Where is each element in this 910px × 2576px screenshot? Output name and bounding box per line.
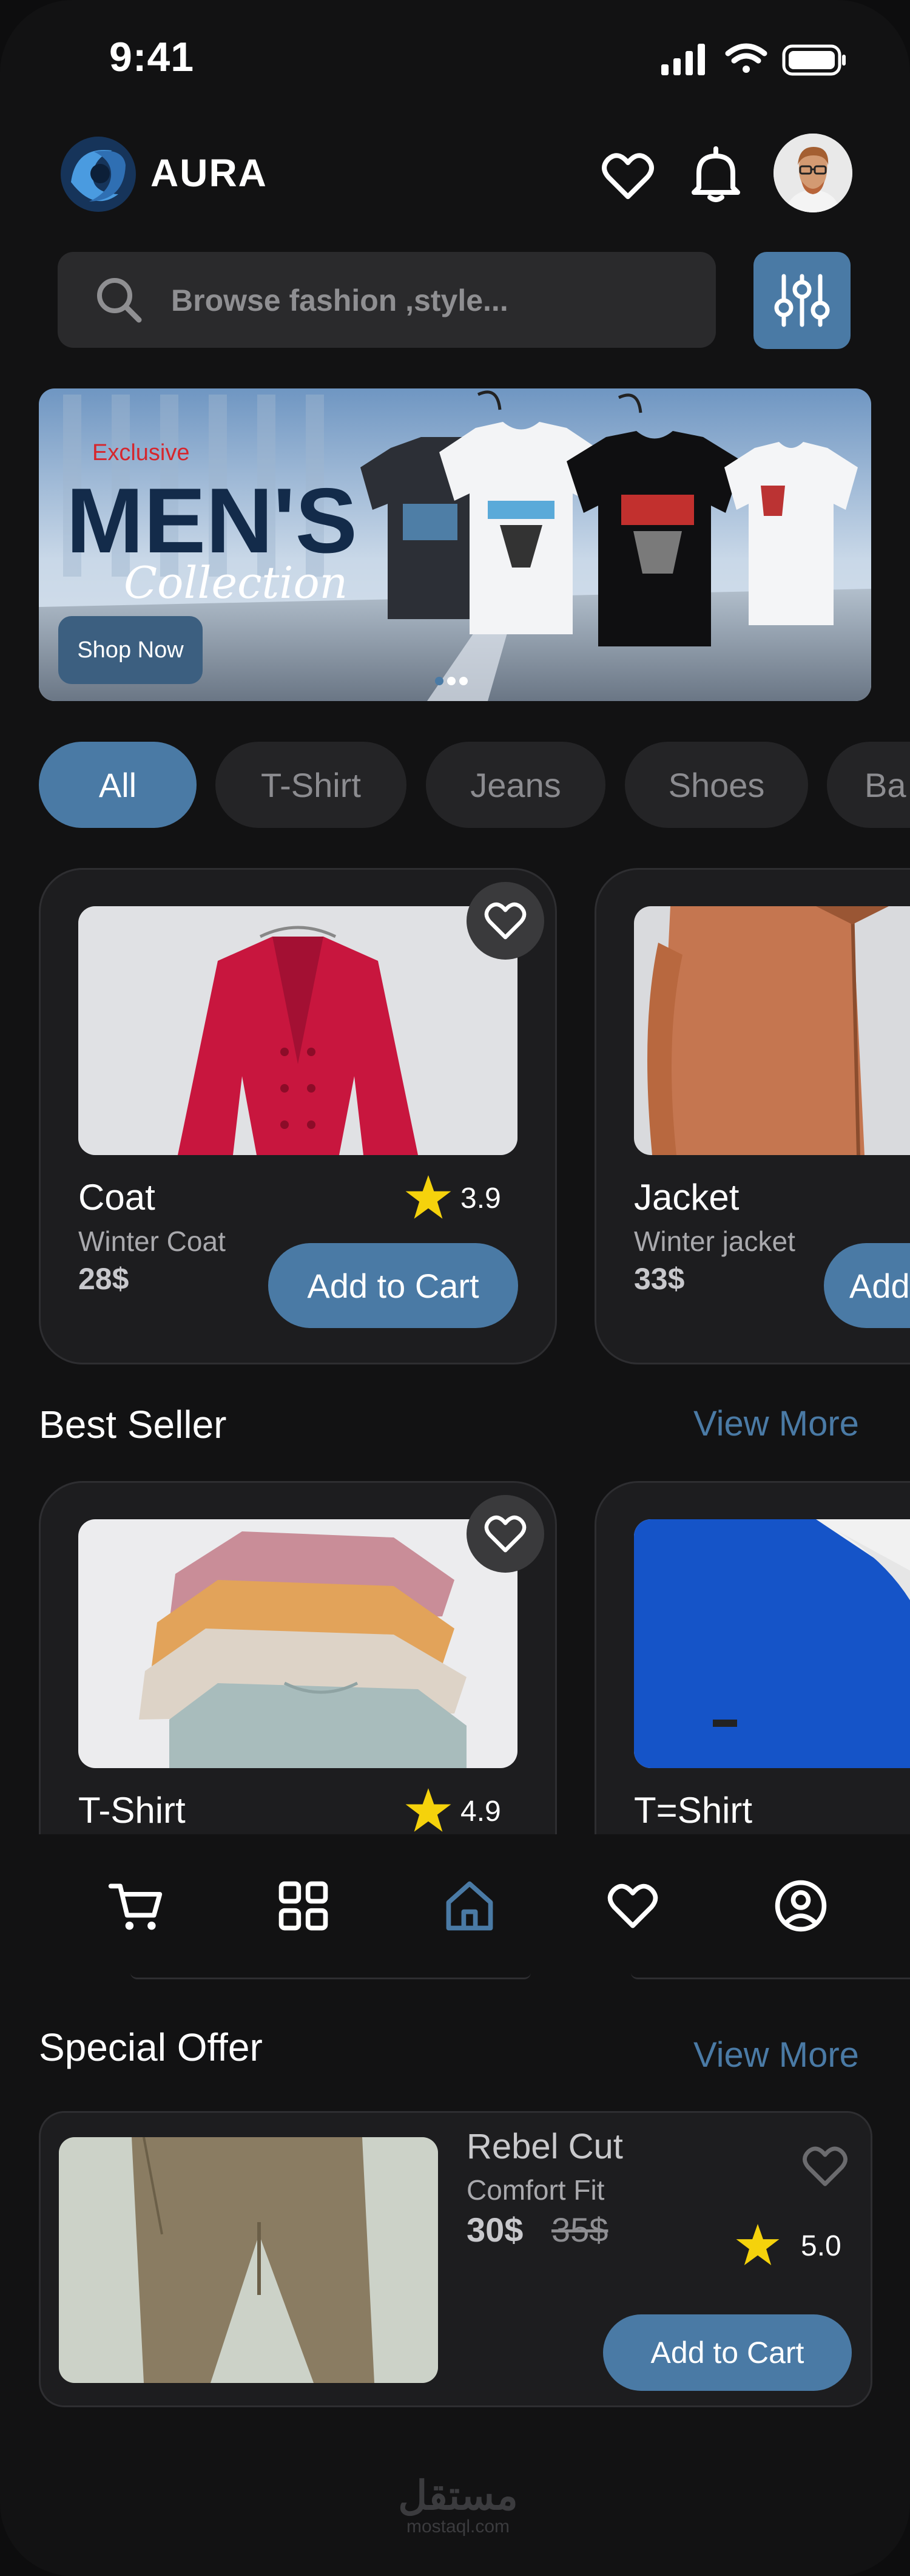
product-subtitle: Winter jacket: [634, 1225, 795, 1257]
filter-button[interactable]: [753, 252, 851, 349]
banner-kicker: Exclusive: [92, 440, 190, 466]
heart-icon: [484, 902, 527, 940]
watermark-arabic: مستقل: [398, 2473, 518, 2518]
signal-icon: [661, 44, 705, 75]
cart-icon[interactable]: [106, 1877, 164, 1935]
grid-icon[interactable]: [274, 1877, 332, 1935]
wishlist-button[interactable]: [467, 1495, 544, 1573]
app-screen: 9:41 AURA Browse fashion ,style... Exclu…: [0, 0, 910, 2576]
aura-logo: [61, 137, 136, 212]
jacket-image: [634, 906, 910, 1155]
product-price: 28$: [78, 1262, 129, 1296]
star-icon: [736, 2223, 780, 2266]
product-rating: 4.9: [460, 1795, 501, 1828]
offer-name: Rebel Cut: [467, 2127, 623, 2166]
special-offer-view-more[interactable]: View More: [693, 2035, 859, 2075]
search-input[interactable]: [170, 252, 694, 349]
product-image-blue-shirt: [634, 1519, 910, 1768]
offer-old-price: 35$: [551, 2211, 608, 2249]
best-seller-title: Best Seller: [39, 1403, 227, 1446]
brand-name: AURA: [150, 151, 268, 195]
shop-now-button[interactable]: Shop Now: [58, 616, 203, 684]
home-icon[interactable]: [440, 1877, 499, 1935]
product-subtitle: Winter Coat: [78, 1225, 226, 1257]
category-chip-all[interactable]: All: [39, 742, 197, 828]
tshirts-image: [78, 1519, 517, 1768]
product-price: 33$: [634, 1262, 685, 1296]
heart-icon[interactable]: [604, 1877, 662, 1935]
offer-add-to-cart-button[interactable]: Add to Cart: [603, 2314, 852, 2391]
sliders-icon: [774, 274, 830, 327]
battery-icon: [782, 44, 846, 76]
blue-shirt-image: [634, 1519, 910, 1768]
profile-icon[interactable]: [772, 1877, 830, 1935]
product-card-jacket[interactable]: Jacket Winter jacket 33$ Add: [595, 868, 910, 1364]
product-card-coat[interactable]: Coat Winter Coat 28$ 3.9 Add to Cart: [39, 868, 557, 1364]
product-name: T=Shirt: [634, 1790, 753, 1831]
add-to-cart-button[interactable]: Add to Cart: [268, 1243, 518, 1328]
wishlist-button[interactable]: [467, 882, 544, 960]
special-offer-title: Special Offer: [39, 2025, 263, 2069]
status-icons: [661, 43, 846, 76]
avatar[interactable]: [774, 134, 852, 212]
category-chip-jeans[interactable]: Jeans: [426, 742, 605, 828]
card-edge: [631, 1973, 910, 1979]
offer-image: [59, 2137, 438, 2383]
offer-rating: 5.0: [801, 2230, 841, 2262]
category-chip-tshirt[interactable]: T-Shirt: [215, 742, 406, 828]
promo-banner[interactable]: Exclusive MEN'S Collection Shop Now: [39, 388, 871, 701]
watermark-domain: mostaql.com: [406, 2517, 510, 2537]
category-chip-partial[interactable]: Ba: [827, 742, 910, 828]
favorites-heart-icon[interactable]: [598, 146, 658, 206]
category-chip-shoes[interactable]: Shoes: [625, 742, 808, 828]
status-time: 9:41: [109, 34, 195, 80]
special-offer-card[interactable]: Rebel Cut Comfort Fit 30$ 35$ 5.0 Add to…: [39, 2111, 872, 2407]
product-name: Jacket: [634, 1177, 740, 1218]
mostaql-watermark: مستقل mostaql.com: [388, 2475, 528, 2537]
best-seller-view-more[interactable]: View More: [693, 1403, 859, 1444]
avatar-person-icon: [774, 134, 852, 212]
card-edge: [130, 1973, 531, 1979]
wishlist-heart-icon[interactable]: [799, 2140, 851, 2192]
product-name: T-Shirt: [78, 1790, 186, 1831]
add-to-cart-button[interactable]: Add: [824, 1243, 910, 1328]
star-icon: [405, 1788, 451, 1832]
search-bar[interactable]: [58, 252, 716, 349]
banner-script: Collection: [124, 557, 348, 608]
coat-image: [78, 906, 517, 1155]
pants-image: [59, 2137, 438, 2383]
wifi-icon: [725, 43, 767, 73]
product-image-tshirts: [78, 1519, 517, 1768]
product-rating: 3.9: [460, 1182, 501, 1215]
search-icon: [97, 278, 142, 323]
notification-bell-icon[interactable]: [686, 143, 746, 203]
product-name: Coat: [78, 1177, 155, 1218]
product-image-jacket: [634, 906, 910, 1155]
offer-subtitle: Comfort Fit: [467, 2174, 605, 2206]
offer-price: 30$: [467, 2211, 524, 2249]
star-icon: [405, 1175, 451, 1219]
bottom-nav: [0, 1834, 910, 1978]
product-image-coat: [78, 906, 517, 1155]
heart-icon: [484, 1515, 527, 1553]
